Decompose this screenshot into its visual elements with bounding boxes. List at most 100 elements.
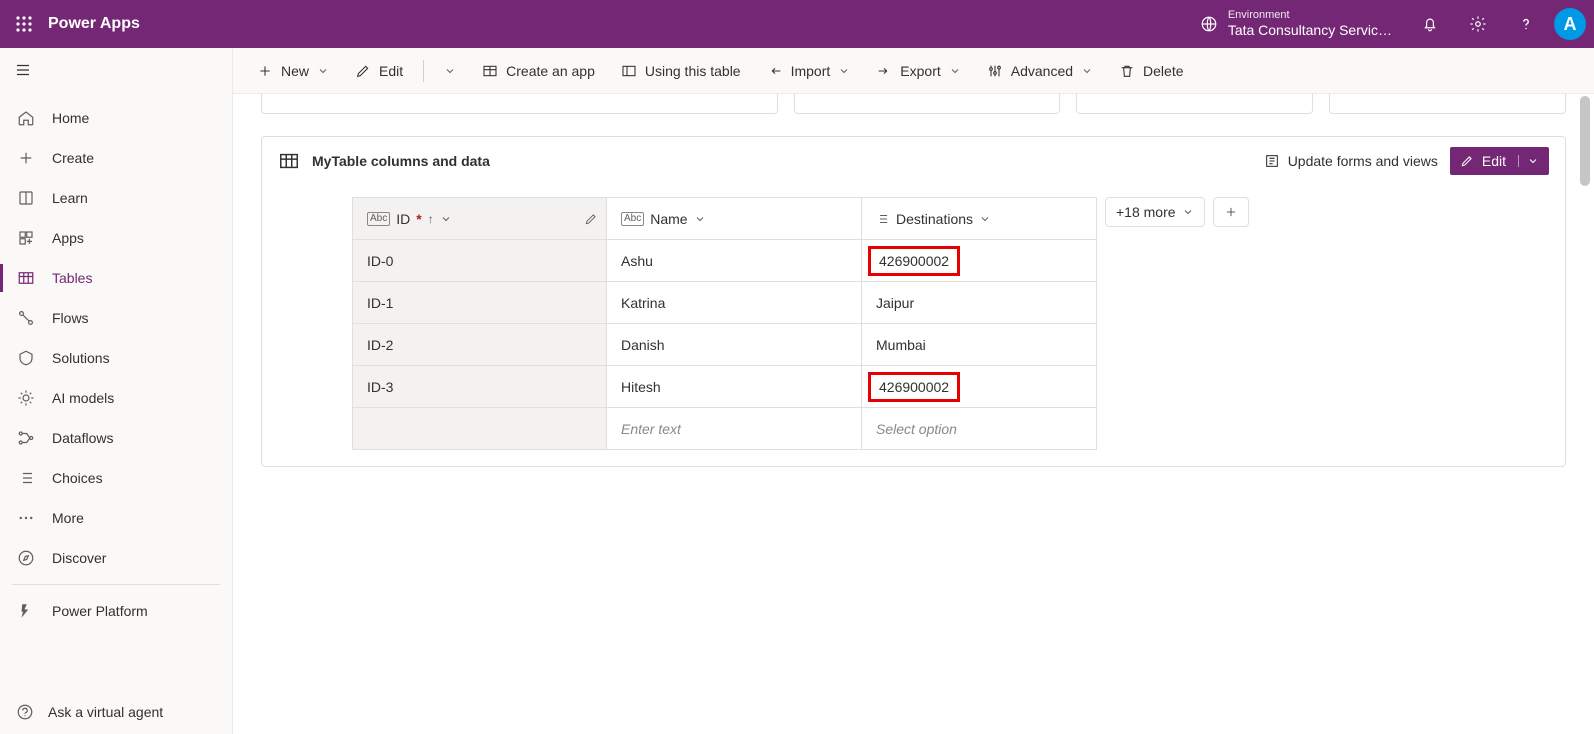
table-row[interactable]: ID-2DanishMumbai	[353, 324, 1097, 366]
nav-label: Power Platform	[52, 603, 148, 619]
cell-name-new[interactable]: Enter text	[607, 408, 862, 450]
col-label: Destinations	[896, 211, 973, 227]
nav-flows[interactable]: Flows	[0, 298, 232, 338]
ask-virtual-agent[interactable]: Ask a virtual agent	[0, 690, 232, 734]
left-nav: Home Create Learn Apps Tables Flows	[0, 48, 233, 734]
cell-id[interactable]: ID-2	[353, 324, 607, 366]
nav-dataflows[interactable]: Dataflows	[0, 418, 232, 458]
power-platform-icon	[17, 602, 35, 620]
column-edit-icon[interactable]	[584, 212, 598, 226]
nav-power-platform[interactable]: Power Platform	[0, 591, 232, 631]
col-name-header[interactable]: Abc Name	[607, 198, 862, 240]
nav-label: Discover	[52, 550, 106, 566]
summary-cards: Dashboards	[261, 94, 1566, 114]
cmd-edit[interactable]: Edit	[347, 57, 411, 85]
cmd-delete[interactable]: Delete	[1111, 57, 1191, 85]
add-column-button[interactable]	[1213, 197, 1249, 227]
notifications-button[interactable]	[1406, 0, 1454, 48]
table-header-bar: MyTable columns and data Update forms an…	[262, 137, 1565, 185]
table-row[interactable]: ID-3Hitesh426900002	[353, 366, 1097, 408]
cell-name[interactable]: Katrina	[607, 282, 862, 324]
nav-solutions[interactable]: Solutions	[0, 338, 232, 378]
cell-name[interactable]: Hitesh	[607, 366, 862, 408]
pencil-icon	[584, 212, 598, 226]
card-placeholder-1	[261, 94, 778, 114]
col-label: ID	[396, 211, 410, 227]
table-row[interactable]: ID-1KatrinaJaipur	[353, 282, 1097, 324]
cmd-import[interactable]: Import	[759, 57, 859, 85]
nav-tables[interactable]: Tables	[0, 258, 232, 298]
cell-name[interactable]: Ashu	[607, 240, 862, 282]
table-edit-button[interactable]: Edit	[1450, 147, 1549, 175]
environment-picker[interactable]: Environment Tata Consultancy Servic…	[1186, 9, 1406, 39]
nav-learn[interactable]: Learn	[0, 178, 232, 218]
help-button[interactable]	[1502, 0, 1550, 48]
cell-id[interactable]: ID-3	[353, 366, 607, 408]
cmd-export[interactable]: Export	[868, 57, 968, 85]
type-badge-text: Abc	[621, 212, 644, 226]
chevron-down-icon	[979, 213, 991, 225]
nav-label: Home	[52, 110, 89, 126]
table-row[interactable]: ID-0Ashu426900002	[353, 240, 1097, 282]
vertical-scrollbar[interactable]	[1578, 96, 1592, 732]
cell-id[interactable]: ID-1	[353, 282, 607, 324]
chevron-down-icon	[949, 65, 961, 77]
app-icon	[482, 63, 498, 79]
nav-label: Learn	[52, 190, 88, 206]
sort-asc-icon: ↑	[428, 212, 434, 226]
nav-separator	[12, 584, 220, 585]
col-id-header[interactable]: Abc ID * ↑	[353, 198, 607, 240]
col-dest-header[interactable]: Destinations	[862, 198, 1097, 240]
waffle-icon	[16, 16, 32, 32]
nav-label: Solutions	[52, 350, 110, 366]
environment-name: Tata Consultancy Servic…	[1228, 22, 1392, 39]
update-forms-views[interactable]: Update forms and views	[1264, 153, 1438, 169]
app-launcher-button[interactable]	[0, 0, 48, 48]
card-placeholder-3	[1329, 94, 1566, 114]
account-avatar[interactable]: A	[1554, 8, 1586, 40]
nav-choices[interactable]: Choices	[0, 458, 232, 498]
chevron-down-icon	[317, 65, 329, 77]
cell-destination[interactable]: Jaipur	[862, 282, 1097, 324]
nav-collapse-button[interactable]	[14, 61, 34, 81]
cmd-new[interactable]: New	[249, 57, 337, 85]
globe-icon	[1200, 15, 1218, 33]
cmd-edit-split[interactable]	[436, 59, 464, 83]
cmd-label: Edit	[379, 63, 403, 79]
cmd-using-table[interactable]: Using this table	[613, 57, 749, 85]
import-icon	[767, 63, 783, 79]
content-scroll[interactable]: Dashboards MyTable columns and data Upda…	[233, 94, 1594, 734]
more-icon	[17, 509, 35, 527]
bell-icon	[1421, 15, 1439, 33]
cmd-label: New	[281, 63, 309, 79]
nav-home[interactable]: Home	[0, 98, 232, 138]
cell-destination[interactable]: 426900002	[862, 240, 1097, 282]
gear-icon	[1469, 15, 1487, 33]
nav-apps[interactable]: Apps	[0, 218, 232, 258]
scrollbar-thumb[interactable]	[1580, 96, 1590, 186]
cmd-advanced[interactable]: Advanced	[979, 57, 1101, 85]
cell-destination[interactable]: 426900002	[862, 366, 1097, 408]
card-dashboards[interactable]: Dashboards	[1076, 94, 1313, 114]
nav-discover[interactable]: Discover	[0, 538, 232, 578]
app-title: Power Apps	[48, 15, 140, 33]
table-small-icon	[621, 63, 637, 79]
edit-label: Edit	[1482, 153, 1506, 169]
cell-name[interactable]: Danish	[607, 324, 862, 366]
nav-ai-models[interactable]: AI models	[0, 378, 232, 418]
nav-more[interactable]: More	[0, 498, 232, 538]
edit-split[interactable]	[1518, 155, 1539, 167]
cmd-label: Create an app	[506, 63, 595, 79]
cell-id[interactable]: ID-0	[353, 240, 607, 282]
cmd-label: Import	[791, 63, 831, 79]
table-new-row[interactable]: Enter textSelect option	[353, 408, 1097, 450]
cmd-create-app[interactable]: Create an app	[474, 57, 603, 85]
cell-id-new[interactable]	[353, 408, 607, 450]
book-icon	[17, 189, 35, 207]
settings-button[interactable]	[1454, 0, 1502, 48]
cell-destination[interactable]: Mumbai	[862, 324, 1097, 366]
cell-dest-new[interactable]: Select option	[862, 408, 1097, 450]
plus-icon	[1224, 205, 1238, 219]
more-columns-button[interactable]: +18 more	[1105, 197, 1205, 227]
nav-create[interactable]: Create	[0, 138, 232, 178]
